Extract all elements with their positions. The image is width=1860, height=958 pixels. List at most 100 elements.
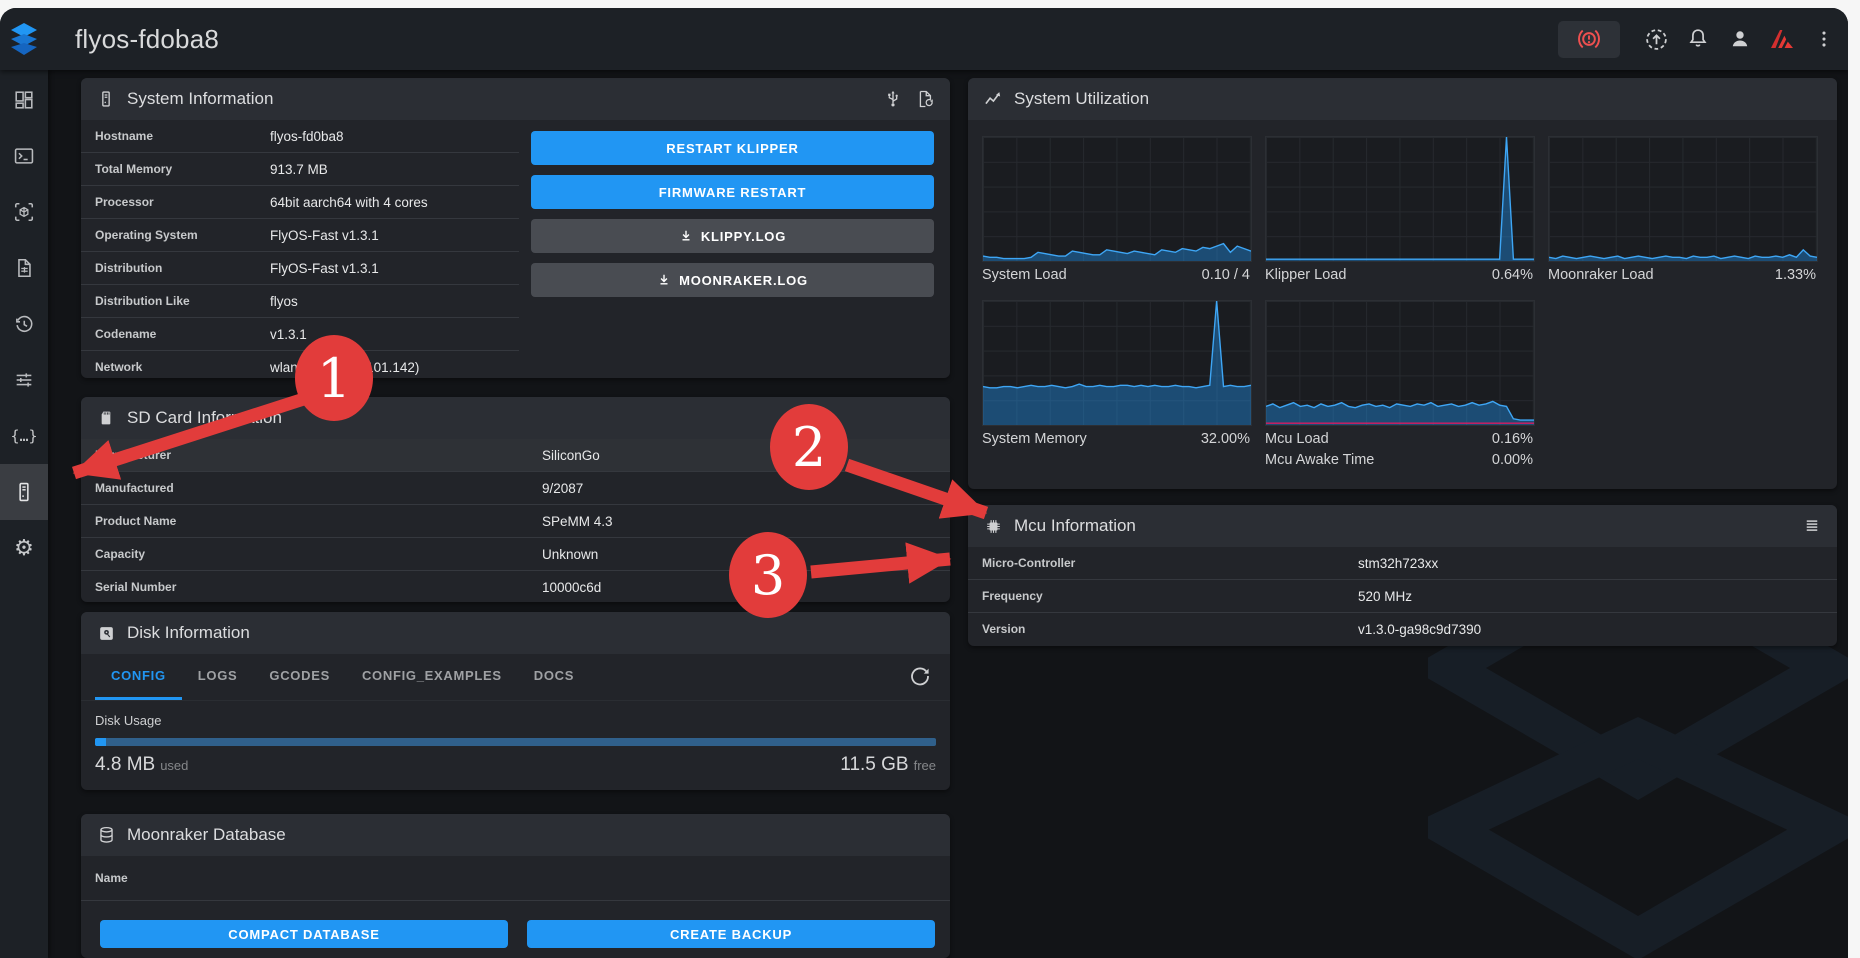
chart-label-row: Mcu Awake Time0.00% [1265,452,1533,468]
chart-label-row: System Memory32.00% [982,431,1250,447]
compact-database-button[interactable]: COMPACT DATABASE [100,920,508,948]
refresh-button[interactable] [908,664,934,690]
klippy-log-button[interactable]: KLIPPY.LOG [531,219,934,253]
table-row: Codenamev1.3.1 [81,317,519,350]
firmware-restart-button[interactable]: FIRMWARE RESTART [531,175,934,209]
tab-config[interactable]: CONFIG [95,654,182,700]
update-button[interactable] [1642,25,1670,53]
mcu-information-table: Micro-Controllerstm32h723xx Frequency520… [968,547,1837,645]
disk-used: 4.8 MBused [95,754,188,776]
table-row: Networkwlan0 (192.168.101.142) [81,350,519,378]
disk-usage: Disk Usage 4.8 MBused 11.5 GBfree [81,701,950,776]
disk-usage-bar [95,738,936,746]
mcu-menu-button[interactable] [1801,515,1823,537]
red-brand-logo-icon [1768,27,1796,51]
panel-title: System Information [127,89,273,109]
layers-logo-icon [9,22,39,56]
tab-docs[interactable]: DOCS [518,654,590,700]
server-tower-icon [13,481,35,503]
console-icon [13,145,35,167]
chart-line-icon [982,88,1004,110]
system-information-panel: System Information [81,78,950,378]
chart-klipper-load [1265,136,1535,262]
tune-icon [13,369,35,391]
tab-config-examples[interactable]: CONFIG_EXAMPLES [346,654,518,700]
topbar-actions [1558,8,1838,70]
moonraker-database-panel: Moonraker Database Name COMPACT DATABASE… [81,814,950,958]
cube-scan-icon [13,201,35,223]
app-logo[interactable] [0,8,48,70]
usb-devices-button[interactable] [882,88,904,110]
app-window: flyos-fdoba8 [0,8,1848,958]
chart-label-row: Mcu Load0.16% [1265,431,1533,447]
emergency-stop-button[interactable] [1558,21,1620,58]
page-title: flyos-fdoba8 [75,8,219,70]
chart-label-row: System Load0.10 / 4 [982,267,1250,283]
system-utilization-header: System Utilization [968,78,1837,120]
person-icon [1728,27,1752,51]
table-row: Micro-Controllerstm32h723xx [968,547,1837,579]
restart-klipper-button[interactable]: RESTART KLIPPER [531,131,934,165]
sd-card-header: SD Card Information [81,397,950,439]
sidebar-item-history[interactable] [0,296,48,352]
chart-label-row: Klipper Load0.64% [1265,267,1533,283]
table-row: Processor64bit aarch64 with 4 cores [81,185,519,218]
history-icon [13,313,35,335]
server-tower-icon [95,88,117,110]
table-row: Distribution Likeflyos [81,284,519,317]
moonraker-database-header: Moonraker Database [81,814,950,856]
sidebar-item-machine-config[interactable]: {…} [0,408,48,464]
system-utilization-panel: System Utilization System Load0.10 / 4 K… [968,78,1837,489]
braces-icon: {…} [10,427,37,445]
mcu-information-panel: Mcu Information Micro-Controllerstm32h72… [968,505,1837,646]
mcu-information-header: Mcu Information [968,505,1837,547]
sidebar-item-dashboard[interactable] [0,72,48,128]
topbar: flyos-fdoba8 [0,8,1848,70]
brand-logo-button[interactable] [1768,25,1796,53]
system-information-table: Hostnameflyos-fd0ba8 Total Memory913.7 M… [81,120,519,378]
file-refresh-button[interactable] [914,88,936,110]
notifications-button[interactable] [1684,25,1712,53]
table-row: Frequency520 MHz [968,579,1837,612]
column-header-name: Name [81,871,128,885]
kebab-menu-icon [1813,27,1835,51]
sidebar-item-machine[interactable] [0,464,48,520]
harddisk-icon [95,622,117,644]
panel-title: Disk Information [127,623,250,643]
bell-icon [1686,27,1710,51]
overflow-menu-button[interactable] [1810,25,1838,53]
chart-system-memory [982,300,1252,426]
file-icon [13,257,35,279]
system-information-header: System Information [81,78,950,120]
table-row: Operating SystemFlyOS-Fast v1.3.1 [81,218,519,251]
disk-information-panel: Disk Information CONFIG LOGS GCODES CONF… [81,612,950,790]
table-row: Total Memory913.7 MB [81,152,519,185]
sidebar-item-tune[interactable] [0,352,48,408]
sidebar-item-gcode-files[interactable] [0,240,48,296]
table-row: Manufactured9/2087 [81,471,950,504]
account-button[interactable] [1726,25,1754,53]
moonraker-log-button[interactable]: MOONRAKER.LOG [531,263,934,297]
dashboard-icon [13,89,35,111]
panel-title: Moonraker Database [127,825,286,845]
sidebar-item-settings[interactable]: ⚙ [0,520,48,576]
table-row: ManufacturerSiliconGo [81,439,950,471]
sidebar-item-print-preview[interactable] [0,184,48,240]
panel-title: SD Card Information [127,408,282,428]
sd-card-table: ManufacturerSiliconGo Manufactured9/2087… [81,439,950,602]
disk-tabs: CONFIG LOGS GCODES CONFIG_EXAMPLES DOCS [81,654,950,701]
disk-information-header: Disk Information [81,612,950,654]
tab-gcodes[interactable]: GCODES [253,654,346,700]
tab-logs[interactable]: LOGS [182,654,254,700]
gear-icon: ⚙ [14,536,34,561]
table-row: CapacityUnknown [81,537,950,570]
create-backup-button[interactable]: CREATE BACKUP [527,920,935,948]
table-row: DistributionFlyOS-Fast v1.3.1 [81,251,519,284]
page: flyos-fdoba8 [0,0,1860,958]
system-actions: RESTART KLIPPER FIRMWARE RESTART KLIPPY.… [531,131,934,297]
disk-usage-label: Disk Usage [95,713,936,728]
panel-title: Mcu Information [1014,516,1136,536]
chart-moonraker-load [1548,136,1818,262]
emergency-stop-icon [1576,26,1602,52]
sidebar-item-console[interactable] [0,128,48,184]
